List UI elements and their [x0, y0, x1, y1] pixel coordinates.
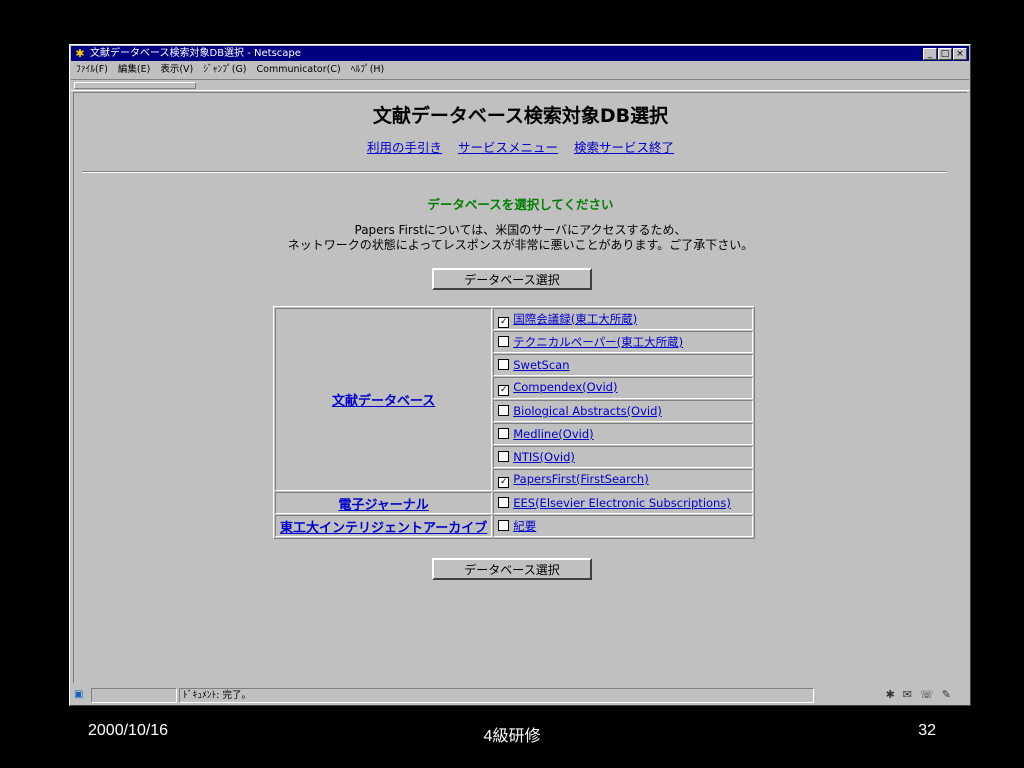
db-checkbox[interactable]: ✓ — [498, 477, 510, 488]
category-link-literature[interactable]: 文献データベース — [332, 394, 435, 409]
db-checkbox[interactable] — [498, 428, 510, 439]
database-table: 文献データベース ✓ 国際会議録(東工大所蔵) テクニカルペーパー(東工大所蔵) … — [273, 306, 756, 539]
db-link[interactable]: PapersFirst(FirstSearch) — [513, 472, 648, 486]
top-links: 利用の手引き サービスメニュー 検索サービス終了 — [74, 137, 967, 156]
notice-text: Papers Firstについては、米国のサーバにアクセスするため、 ネットワー… — [74, 223, 967, 253]
db-item: ✓ PapersFirst(FirstSearch) — [493, 469, 754, 491]
db-item: Medline(Ovid) — [493, 423, 754, 445]
table-row: 電子ジャーナル EES(Elsevier Electronic Subscrip… — [275, 492, 754, 514]
category-cell: 電子ジャーナル — [275, 492, 493, 514]
db-link[interactable]: テクニカルペーパー(東工大所蔵) — [513, 335, 683, 349]
menu-help[interactable]: ﾍﾙﾌﾟ(H) — [351, 62, 385, 78]
link-service-menu[interactable]: サービスメニュー — [458, 140, 558, 155]
menu-bar: ﾌｧｲﾙ(F) 編集(E) 表示(V) ｼﾞｬﾝﾌﾟ(G) Communicat… — [71, 62, 969, 78]
db-item: Biological Abstracts(Ovid) — [493, 400, 754, 422]
db-checkbox[interactable] — [498, 451, 510, 462]
netscape-icon: ✱ — [75, 46, 85, 60]
category-cell: 東工大インテリジェントアーカイブ — [275, 515, 493, 537]
table-row: 文献データベース ✓ 国際会議録(東工大所蔵) — [275, 308, 754, 491]
db-checkbox[interactable]: ✓ — [498, 385, 510, 396]
db-item: テクニカルペーパー(東工大所蔵) — [493, 331, 754, 353]
title-bar: ✱ 文献データベース検索対象DB選択 - Netscape _ □ × — [71, 46, 969, 61]
notice-line-1: Papers Firstについては、米国のサーバにアクセスするため、 — [354, 223, 687, 237]
db-item: EES(Elsevier Electronic Subscriptions) — [493, 492, 754, 514]
toolbar-grip[interactable] — [74, 82, 196, 89]
db-checkbox[interactable] — [498, 336, 510, 347]
page-content: 文献データベース検索対象DB選択 利用の手引き サービスメニュー 検索サービス終… — [73, 92, 967, 683]
database-select-button-bottom[interactable]: データベース選択 — [432, 558, 592, 580]
menu-communicator[interactable]: Communicator(C) — [257, 62, 341, 78]
notice-line-2: ネットワークの状態によってレスポンスが非常に悪いことがあります。ご了承下さい。 — [287, 238, 754, 252]
maximize-button[interactable]: □ — [938, 47, 952, 60]
db-link[interactable]: EES(Elsevier Electronic Subscriptions) — [513, 496, 731, 510]
divider — [82, 171, 947, 173]
mail-icon[interactable]: ✉ — [903, 688, 912, 701]
discussion-icon[interactable]: ☏ — [920, 688, 934, 701]
browser-window: ✱ 文献データベース検索対象DB選択 - Netscape _ □ × ﾌｧｲﾙ… — [69, 44, 971, 706]
db-link[interactable]: 紀要 — [513, 519, 536, 533]
page-title: 文献データベース検索対象DB選択 — [372, 105, 669, 127]
window-title: 文献データベース検索対象DB選択 - Netscape — [90, 48, 301, 59]
table-row: 東工大インテリジェントアーカイブ 紀要 — [275, 515, 754, 537]
status-bar: ▣ ﾄﾞｷｭﾒﾝﾄ: 完了。 ✱ ✉ ☏ ✎ — [71, 686, 969, 704]
category-cell: 文献データベース — [275, 308, 493, 491]
menu-go[interactable]: ｼﾞｬﾝﾌﾟ(G) — [203, 62, 246, 78]
composer-icon[interactable]: ✎ — [942, 688, 951, 701]
db-item: ✓ 国際会議録(東工大所蔵) — [493, 308, 754, 330]
db-link[interactable]: Medline(Ovid) — [513, 427, 593, 441]
db-link[interactable]: Biological Abstracts(Ovid) — [513, 404, 662, 418]
navigator-icon[interactable]: ✱ — [886, 688, 895, 701]
category-link-ejournal[interactable]: 電子ジャーナル — [338, 498, 428, 513]
db-item: SwetScan — [493, 354, 754, 376]
db-link[interactable]: 国際会議録(東工大所蔵) — [513, 312, 637, 326]
category-link-archive[interactable]: 東工大インテリジェントアーカイブ — [280, 521, 487, 536]
db-checkbox[interactable] — [498, 497, 510, 508]
db-checkbox[interactable]: ✓ — [498, 316, 510, 328]
menu-file[interactable]: ﾌｧｲﾙ(F) — [76, 62, 108, 78]
db-item: ✓ Compendex(Ovid) — [493, 377, 754, 399]
database-select-button-top[interactable]: データベース選択 — [432, 268, 592, 290]
progress-field — [91, 688, 177, 703]
db-checkbox[interactable] — [498, 405, 510, 416]
db-checkbox[interactable] — [498, 359, 510, 370]
status-message: ﾄﾞｷｭﾒﾝﾄ: 完了。 — [179, 688, 814, 703]
security-lock-icon[interactable]: ▣ — [74, 689, 88, 700]
select-prompt: データベースを選択してください — [427, 197, 614, 212]
db-link[interactable]: Compendex(Ovid) — [513, 380, 617, 394]
link-guide[interactable]: 利用の手引き — [367, 140, 442, 155]
db-link[interactable]: SwetScan — [513, 358, 569, 372]
component-bar: ✱ ✉ ☏ ✎ — [886, 688, 951, 701]
minimize-button[interactable]: _ — [923, 47, 937, 60]
menu-view[interactable]: 表示(V) — [160, 62, 193, 78]
menu-edit[interactable]: 編集(E) — [118, 62, 150, 78]
close-button[interactable]: × — [953, 47, 967, 60]
link-exit-search[interactable]: 検索サービス終了 — [574, 140, 674, 155]
collapsed-toolbars — [71, 79, 969, 91]
slide-title: 4級研修 — [483, 728, 541, 745]
db-link[interactable]: NTIS(Ovid) — [513, 450, 575, 464]
db-item: NTIS(Ovid) — [493, 446, 754, 468]
db-checkbox[interactable] — [498, 520, 510, 531]
db-item: 紀要 — [493, 515, 754, 537]
slide-page-number: 32 — [918, 722, 936, 739]
